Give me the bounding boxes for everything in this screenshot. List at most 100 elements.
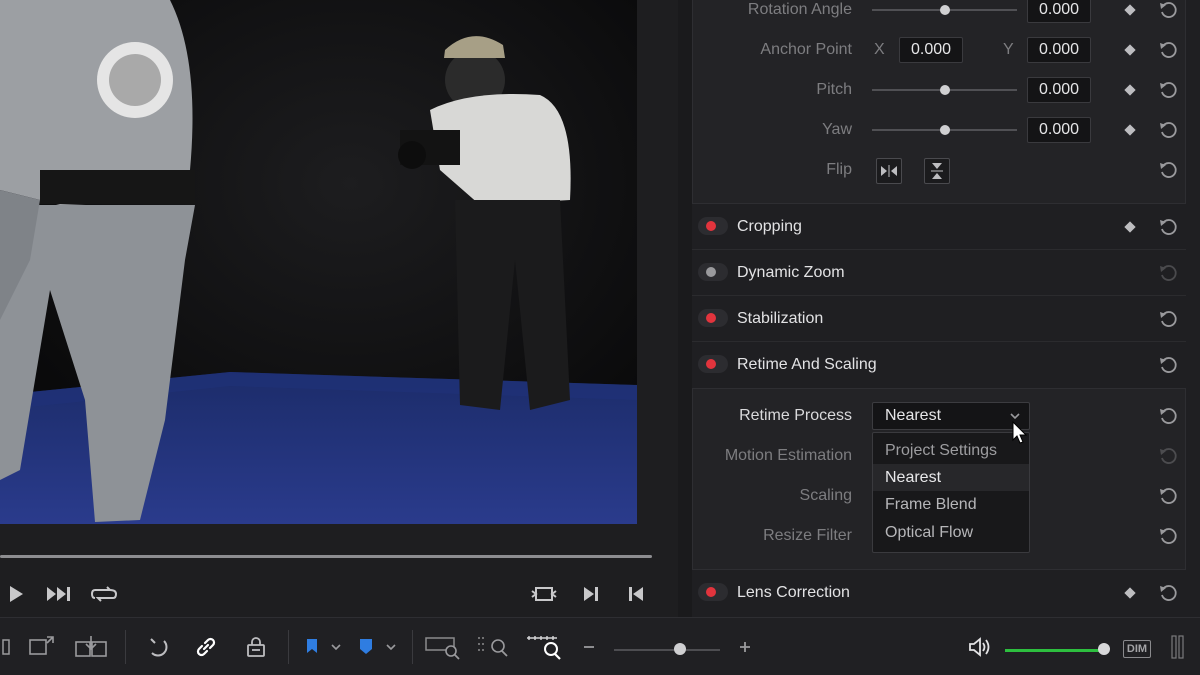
loop-button[interactable]	[90, 580, 118, 608]
partial-tool-button[interactable]	[0, 632, 14, 662]
audio-meter-icon	[1171, 635, 1184, 659]
lens-correction-toggle[interactable]	[698, 583, 728, 601]
keyframe-diamond-icon[interactable]	[1124, 587, 1136, 599]
flip-horizontal-button[interactable]	[876, 158, 902, 184]
link-icon	[196, 637, 216, 657]
marker-dropdown-button[interactable]	[383, 632, 399, 662]
lens-correction-title[interactable]: Lens Correction	[737, 570, 850, 616]
menu-item-nearest[interactable]: Nearest	[873, 464, 1029, 491]
linked-selection-button[interactable]	[192, 632, 220, 662]
reset-icon[interactable]	[1158, 526, 1178, 546]
cropping-title[interactable]: Cropping	[737, 204, 802, 250]
dynamic-zoom-title[interactable]: Dynamic Zoom	[737, 250, 845, 296]
flip-label: Flip	[826, 161, 852, 178]
keyframe-diamond-icon[interactable]	[1124, 4, 1136, 16]
zoom-detail-icon	[478, 637, 508, 657]
stabilization-title[interactable]: Stabilization	[737, 296, 823, 342]
yaw-value[interactable]: 0.000	[1027, 117, 1091, 143]
reset-icon[interactable]	[1158, 486, 1178, 506]
pitch-value[interactable]: 0.000	[1027, 77, 1091, 103]
section-dynamic-zoom: Dynamic Zoom	[692, 250, 1186, 296]
flip-vertical-button[interactable]	[924, 158, 950, 184]
toolbar-divider	[288, 630, 289, 664]
section-stabilization: Stabilization	[692, 296, 1186, 342]
cropping-toggle[interactable]	[698, 217, 728, 235]
snapping-icon	[150, 638, 168, 657]
reset-icon[interactable]	[1158, 446, 1178, 466]
zoom-slider-knob[interactable]	[674, 643, 686, 655]
reset-icon[interactable]	[1158, 0, 1178, 20]
flag-button[interactable]	[302, 632, 322, 662]
pitch-row: Pitch 0.000	[692, 70, 1186, 110]
toggle-indicator	[706, 359, 716, 369]
position-lock-button[interactable]	[242, 632, 270, 662]
zoom-in-button[interactable]	[736, 632, 754, 662]
anchor-point-label: Anchor Point	[760, 41, 852, 58]
slider-knob[interactable]	[940, 85, 950, 95]
zoom-detail-button[interactable]	[476, 632, 514, 662]
marker-button[interactable]	[356, 632, 376, 662]
timeline-scrubber[interactable]	[0, 555, 652, 558]
yaw-row: Yaw 0.000	[692, 110, 1186, 150]
next-edit-button[interactable]	[577, 580, 605, 608]
menu-item-project-settings[interactable]: Project Settings	[873, 437, 1029, 464]
reset-icon[interactable]	[1158, 80, 1178, 100]
retime-scaling-title[interactable]: Retime And Scaling	[737, 342, 877, 388]
overwrite-clip-button[interactable]	[74, 632, 110, 662]
skip-to-end-icon	[47, 587, 70, 601]
minus-icon	[584, 646, 594, 648]
zoom-out-button[interactable]	[580, 632, 598, 662]
video-frame[interactable]	[0, 0, 637, 524]
pitch-label: Pitch	[816, 81, 852, 98]
rotation-angle-value[interactable]: 0.000	[1027, 0, 1091, 23]
zoom-custom-button[interactable]	[524, 632, 564, 662]
stabilization-toggle[interactable]	[698, 309, 728, 327]
reset-icon[interactable]	[1158, 40, 1178, 60]
toggle-indicator	[706, 587, 716, 597]
play-button[interactable]	[2, 580, 30, 608]
yaw-label: Yaw	[822, 121, 852, 138]
keyframe-diamond-icon[interactable]	[1124, 124, 1136, 136]
keyframe-diamond-icon[interactable]	[1124, 221, 1136, 233]
dynamic-zoom-toggle[interactable]	[698, 263, 728, 281]
chevron-down-icon	[386, 644, 396, 651]
keyframe-diamond-icon[interactable]	[1124, 84, 1136, 96]
yaw-slider[interactable]	[872, 125, 1017, 135]
rotation-angle-slider[interactable]	[872, 5, 1017, 15]
insert-clip-button[interactable]	[26, 632, 58, 662]
retime-process-dropdown[interactable]: Nearest	[872, 402, 1030, 430]
section-cropping: Cropping	[692, 204, 1186, 250]
volume-slider-knob[interactable]	[1098, 643, 1110, 655]
menu-item-optical-flow[interactable]: Optical Flow	[873, 519, 1029, 546]
keyframe-diamond-icon[interactable]	[1124, 44, 1136, 56]
slider-knob[interactable]	[940, 125, 950, 135]
reset-icon[interactable]	[1158, 263, 1178, 283]
reset-icon[interactable]	[1158, 217, 1178, 237]
reset-icon[interactable]	[1158, 406, 1178, 426]
reset-icon[interactable]	[1158, 120, 1178, 140]
snapping-button[interactable]	[144, 632, 172, 662]
dim-button[interactable]: DIM	[1123, 640, 1151, 658]
match-frame-button[interactable]	[530, 580, 558, 608]
reset-icon[interactable]	[1158, 160, 1178, 180]
menu-item-frame-blend[interactable]: Frame Blend	[873, 491, 1029, 518]
volume-slider[interactable]	[1005, 649, 1105, 652]
anchor-x-value[interactable]: 0.000	[899, 37, 963, 63]
zoom-full-timeline-icon	[425, 637, 460, 660]
flag-dropdown-button[interactable]	[328, 632, 344, 662]
pitch-slider[interactable]	[872, 85, 1017, 95]
slider-knob[interactable]	[940, 5, 950, 15]
volume-button[interactable]	[966, 632, 994, 662]
zoom-slider[interactable]	[614, 649, 720, 651]
reset-icon[interactable]	[1158, 309, 1178, 329]
panel-divider[interactable]	[678, 0, 692, 617]
reset-icon[interactable]	[1158, 355, 1178, 375]
zoom-full-button[interactable]	[424, 632, 462, 662]
retime-scaling-toggle[interactable]	[698, 355, 728, 373]
audio-meter-button[interactable]	[1168, 632, 1188, 662]
previous-edit-button[interactable]	[622, 580, 650, 608]
reset-icon[interactable]	[1158, 583, 1178, 603]
resize-filter-label: Resize Filter	[763, 527, 852, 544]
skip-to-end-button[interactable]	[46, 580, 74, 608]
anchor-y-value[interactable]: 0.000	[1027, 37, 1091, 63]
